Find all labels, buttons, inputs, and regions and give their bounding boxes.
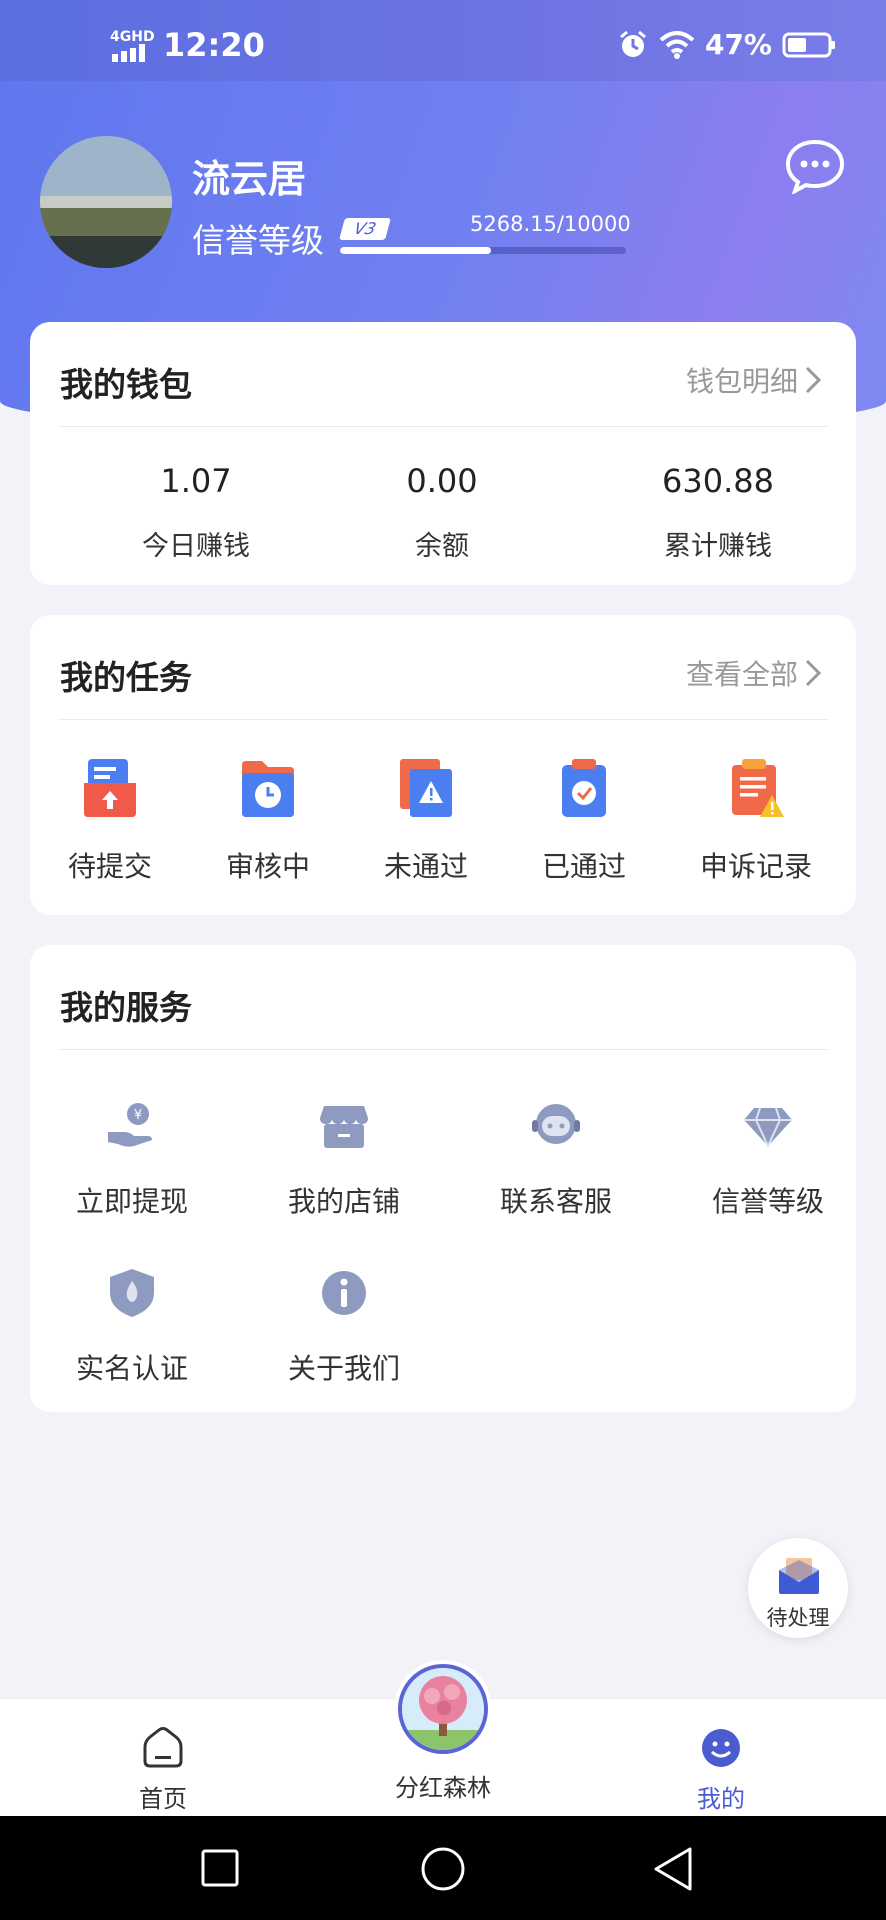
- diamond-icon: [744, 1107, 792, 1149]
- status-right: 47%: [617, 28, 836, 61]
- pending-label: 待处理: [766, 1606, 830, 1630]
- task-pending-submit[interactable]: 待提交: [30, 757, 190, 885]
- recent-apps-icon[interactable]: [200, 1848, 240, 1888]
- status-bar: 4GHD 12:20 47%: [0, 0, 886, 81]
- tab-mine[interactable]: 我的: [646, 1727, 796, 1814]
- check-clipboard-icon: [562, 759, 606, 817]
- info-icon: [322, 1271, 366, 1315]
- service-credit-level[interactable]: 信誉等级: [678, 1100, 858, 1220]
- money-tree-icon: [402, 1668, 484, 1750]
- service-about-us[interactable]: 关于我们: [254, 1267, 434, 1387]
- service-label: 立即提现: [75, 1185, 188, 1218]
- battery-percent: 47%: [704, 28, 772, 61]
- divider: [58, 1049, 828, 1050]
- appeal-clipboard-icon: [732, 759, 784, 817]
- stat-label: 余额: [415, 531, 469, 562]
- tab-forest[interactable]: [394, 1660, 492, 1758]
- services-card: 我的服务 ¥ 立即提现 我的店铺 联系客服 信誉等级 实名认证 关于我们: [30, 945, 856, 1412]
- credit-progress-bar: [340, 247, 626, 254]
- stat-value: 630.88: [662, 462, 774, 500]
- clock-folder-icon: [242, 761, 294, 817]
- signal-icon: [112, 44, 145, 62]
- stat-label: 累计赚钱: [664, 531, 772, 562]
- battery-icon: [782, 32, 835, 57]
- divider: [58, 719, 828, 720]
- stat-value: 1.07: [160, 462, 232, 500]
- stat-balance[interactable]: 0.00 余额: [332, 462, 552, 563]
- avatar-landscape-image: [40, 136, 172, 268]
- task-under-review[interactable]: 审核中: [188, 757, 348, 885]
- forest-tree-image: [398, 1664, 488, 1754]
- warning-doc-icon: [400, 759, 452, 817]
- stat-label: 今日赚钱: [142, 531, 250, 562]
- level-badge: V3: [339, 218, 391, 240]
- chevron-right-icon: [805, 659, 822, 687]
- service-label: 联系客服: [499, 1185, 612, 1218]
- service-contact-support[interactable]: 联系客服: [466, 1100, 646, 1220]
- service-label: 我的店铺: [287, 1185, 400, 1218]
- task-appeal-records[interactable]: 申诉记录: [676, 757, 836, 885]
- service-real-name-verification[interactable]: 实名认证: [42, 1267, 222, 1387]
- envelope-icon: [779, 1558, 819, 1594]
- task-label: 未通过: [383, 850, 468, 883]
- task-approved[interactable]: 已通过: [504, 757, 664, 885]
- back-icon[interactable]: [652, 1846, 696, 1892]
- chevron-right-icon: [805, 366, 822, 394]
- stat-total-earnings[interactable]: 630.88 累计赚钱: [608, 462, 828, 563]
- message-icon[interactable]: [784, 138, 846, 194]
- tab-home-label: 首页: [139, 1785, 187, 1813]
- task-label: 待提交: [67, 850, 152, 883]
- home-circle-icon[interactable]: [420, 1846, 466, 1892]
- network-indicator: 4GHD: [110, 29, 155, 45]
- user-smile-icon: [702, 1729, 740, 1767]
- services-title: 我的服务: [60, 988, 192, 1027]
- credit-progress-fill: [340, 247, 491, 254]
- view-all-link[interactable]: 查看全部: [686, 653, 822, 693]
- wallet-card: 我的钱包 钱包明细 1.07 今日赚钱 0.00 余额 630.88 累计赚钱: [30, 322, 856, 585]
- customer-service-icon: [532, 1104, 580, 1144]
- credit-level-label: 信誉等级: [192, 221, 324, 260]
- wallet-detail-link[interactable]: 钱包明细: [686, 360, 822, 400]
- service-label: 关于我们: [287, 1352, 400, 1385]
- avatar[interactable]: [40, 136, 172, 268]
- wifi-icon: [659, 30, 695, 59]
- task-label: 已通过: [541, 850, 626, 883]
- divider: [58, 426, 828, 427]
- service-label: 信誉等级: [711, 1185, 824, 1218]
- home-icon: [143, 1727, 183, 1768]
- pending-button[interactable]: 待处理: [748, 1538, 848, 1638]
- task-rejected[interactable]: 未通过: [346, 757, 506, 885]
- service-my-shop[interactable]: 我的店铺: [254, 1100, 434, 1220]
- task-label: 申诉记录: [699, 850, 812, 883]
- tab-forest-label: 分红森林: [395, 1774, 491, 1802]
- upload-folder-icon: [84, 759, 136, 817]
- stat-value: 0.00: [406, 462, 478, 500]
- withdraw-icon: ¥: [108, 1103, 152, 1147]
- service-withdraw[interactable]: ¥ 立即提现: [42, 1100, 222, 1220]
- view-all-label: 查看全部: [685, 658, 798, 691]
- tab-home[interactable]: 首页: [88, 1727, 238, 1814]
- alarm-icon: [620, 30, 646, 57]
- tasks-title: 我的任务: [60, 658, 192, 697]
- system-nav-bar: [0, 1816, 886, 1920]
- tab-mine-label: 我的: [697, 1785, 745, 1813]
- username: 流云居: [192, 157, 307, 201]
- status-time: 12:20: [163, 26, 265, 64]
- service-label: 实名认证: [75, 1352, 188, 1385]
- wallet-title: 我的钱包: [60, 365, 192, 404]
- shop-icon: [320, 1106, 368, 1148]
- svg-text:¥: ¥: [134, 1108, 142, 1123]
- wallet-detail-label: 钱包明细: [685, 365, 798, 398]
- shield-icon: [110, 1269, 154, 1317]
- stat-today-earnings[interactable]: 1.07 今日赚钱: [86, 462, 306, 563]
- credit-score: 5268.15/10000: [470, 212, 631, 236]
- task-label: 审核中: [225, 850, 310, 883]
- tasks-card: 我的任务 查看全部 待提交 审核中 未通过 已通过 申诉记录: [30, 615, 856, 915]
